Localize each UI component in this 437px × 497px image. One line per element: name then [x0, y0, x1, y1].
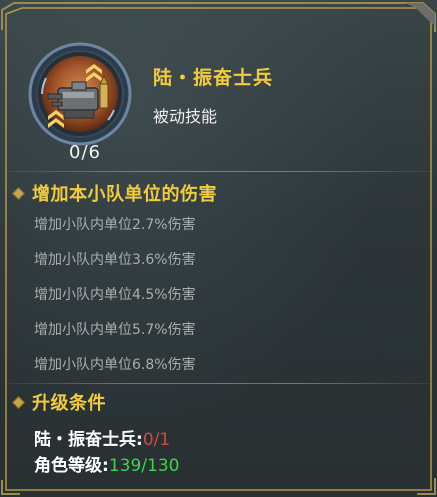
- diamond-bullet-icon: [12, 186, 25, 200]
- effect-item: 增加小队内单位3.6%伤害: [34, 252, 196, 268]
- effects-list: 增加小队内单位2.7%伤害 增加小队内单位3.6%伤害 增加小队内单位4.5%伤…: [34, 216, 196, 391]
- diamond-bullet-icon: [12, 395, 25, 409]
- effect-item: 增加小队内单位5.7%伤害: [34, 322, 196, 338]
- skill-tooltip-panel: 陆・振奋士兵 被动技能 0/6 增加本小队单位的伤害 增加小队内单位2.7%伤害…: [0, 0, 437, 497]
- requirements-section-heading: 升级条件: [12, 389, 106, 415]
- effect-item: 增加小队内单位4.5%伤害: [34, 287, 196, 303]
- requirement-current-value: 139: [108, 456, 142, 476]
- cannon-turret-icon: [28, 42, 132, 146]
- requirement-total-value: 130: [147, 456, 180, 476]
- effect-item: 增加小队内单位6.8%伤害: [34, 357, 196, 373]
- requirement-skill: 陆・振奋士兵:0/1: [34, 425, 170, 450]
- effect-item: 增加小队内单位2.7%伤害: [34, 217, 196, 233]
- skill-type-label: 被动技能: [153, 107, 218, 126]
- requirement-character-level: 角色等级:139/130: [34, 451, 179, 476]
- requirement-current-value: 0: [142, 430, 154, 450]
- skill-icon-badge: [28, 42, 132, 146]
- requirement-label: 陆・振奋士兵:: [34, 430, 143, 450]
- requirement-total-value: 1: [159, 430, 171, 450]
- effects-heading-label: 增加本小队单位的伤害: [32, 184, 217, 205]
- skill-name: 陆・振奋士兵: [153, 67, 274, 89]
- divider: [6, 383, 431, 384]
- skill-level-counter: 0/6: [69, 142, 101, 163]
- divider: [6, 171, 431, 172]
- effects-section-heading: 增加本小队单位的伤害: [12, 180, 217, 206]
- requirement-label: 角色等级:: [34, 456, 109, 476]
- requirements-heading-label: 升级条件: [32, 393, 106, 414]
